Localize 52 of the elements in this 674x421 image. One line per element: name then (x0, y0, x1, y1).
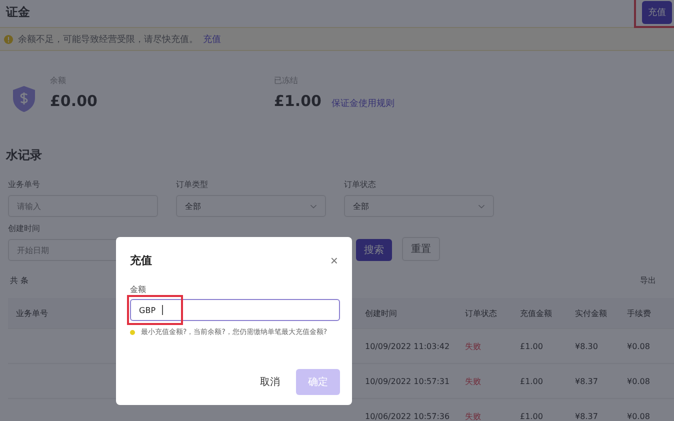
chevron-down-icon (478, 204, 485, 208)
table-cell: 10/06/2022 10:57:36 (365, 412, 450, 420)
highlight-frame (127, 295, 183, 325)
dropdown-value: 全部 (353, 200, 369, 212)
export-link[interactable]: 导出 (640, 275, 656, 286)
close-button[interactable]: × (328, 253, 340, 268)
column-header: 业务单号 (16, 308, 48, 318)
balance-amount: £0.00 (50, 92, 98, 110)
page-title: 证金 (6, 4, 30, 20)
filter-label: 创建时间 (8, 223, 41, 234)
chevron-down-icon (310, 204, 317, 208)
amount-field[interactable]: GBP (130, 299, 340, 321)
text-cursor (162, 305, 163, 315)
dropdown[interactable]: 全部 (344, 195, 494, 217)
warning-icon (4, 34, 13, 44)
currency-prefix: GBP (139, 306, 156, 314)
table-cell: 10/09/2022 10:57:31 (365, 376, 450, 386)
table-cell: £1.00 (520, 342, 543, 350)
column-header: 创建时间 (365, 308, 397, 318)
dropdown-value: 全部 (185, 200, 201, 212)
table-cell: 失败 (465, 412, 481, 420)
recharge-link[interactable]: 充值 (203, 32, 221, 46)
record-count: 共 条 (10, 275, 29, 286)
column-header: 手续费 (627, 308, 651, 318)
warning-message: 余额不足，可能导致经营受限，请尽快充值。 (18, 34, 198, 46)
column-header: 充值金额 (520, 308, 552, 318)
field-label: 金额 (130, 284, 147, 295)
table-cell: £1.00 (520, 412, 543, 420)
table-cell: 失败 (465, 342, 481, 350)
section-title: 水记录 (6, 147, 43, 164)
table-cell: £1.00 (520, 376, 543, 386)
column-header: 订单状态 (465, 308, 497, 318)
filter-label: 订单状态 (344, 179, 377, 190)
recharge-button[interactable]: 充值 (642, 0, 672, 24)
filter-label: 业务单号 (8, 179, 41, 190)
filter-label: 订单类型 (176, 179, 209, 190)
table-cell: 失败 (465, 376, 481, 386)
table-cell: ¥8.37 (575, 376, 598, 386)
table-cell: ¥0.08 (627, 342, 650, 350)
balance-amount: £1.00 (274, 92, 322, 110)
rules-link[interactable]: 保证金使用规则 (331, 97, 394, 110)
table-cell: ¥0.08 (627, 376, 650, 386)
reset-button[interactable]: 重置 (402, 237, 440, 261)
search-button[interactable]: 搜索 (356, 239, 392, 261)
shield-dollar-icon (12, 85, 36, 113)
dropdown[interactable]: 全部 (176, 195, 326, 217)
column-header: 实付金额 (575, 308, 607, 318)
table-cell: ¥0.08 (627, 412, 650, 420)
table-cell: ¥8.37 (575, 412, 598, 420)
table-cell: 10/09/2022 11:03:42 (365, 342, 450, 350)
table-cell: ¥8.30 (575, 342, 598, 350)
info-dot-icon (130, 330, 135, 335)
